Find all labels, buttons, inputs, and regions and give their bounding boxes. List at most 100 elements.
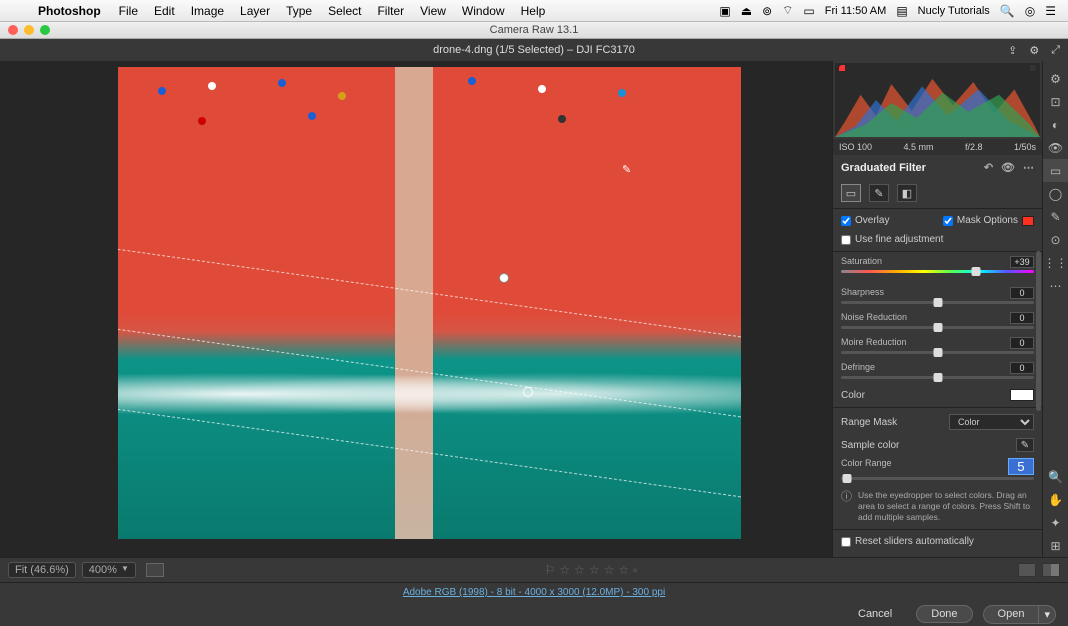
single-view-button[interactable] xyxy=(1018,563,1036,577)
highlight-clip-warning[interactable] xyxy=(1030,65,1036,71)
heal-tool-icon[interactable]: ◐ xyxy=(1043,113,1068,136)
open-button[interactable]: Open xyxy=(983,605,1039,624)
color-range-value[interactable] xyxy=(1008,458,1034,475)
label-icon[interactable]: ▫ xyxy=(633,563,637,577)
defringe-value[interactable]: 0 xyxy=(1010,362,1034,374)
eye-tool-icon[interactable]: 👁 xyxy=(1043,136,1068,159)
cancel-button[interactable]: Cancel xyxy=(844,606,906,622)
eyedropper-button[interactable]: ✎ xyxy=(1016,438,1034,452)
radial-filter-icon[interactable]: ◯ xyxy=(1043,182,1068,205)
wifi-icon[interactable]: ⌔ xyxy=(782,3,793,18)
share-icon[interactable]: ⇪ xyxy=(1008,44,1017,57)
more-icon[interactable]: ⋯ xyxy=(1023,161,1034,174)
sampler-tool-icon[interactable]: ✦ xyxy=(1043,511,1068,534)
moire-value[interactable]: 0 xyxy=(1010,337,1034,349)
mask-options-checkbox[interactable]: Mask Options xyxy=(943,215,1034,226)
brush-tool-button[interactable]: ✎ xyxy=(869,184,889,202)
moire-thumb[interactable] xyxy=(933,348,942,357)
range-mask-select[interactable]: Color xyxy=(949,414,1034,430)
star-icon[interactable]: ☆ xyxy=(604,563,615,577)
zoom-percent-select[interactable]: 400%▼ xyxy=(82,562,136,578)
notifications-icon[interactable]: ☰ xyxy=(1045,4,1056,18)
more-tools-icon[interactable]: ⋯ xyxy=(1043,274,1068,297)
graduated-filter-icon[interactable]: ▭ xyxy=(1043,159,1068,182)
menu-window[interactable]: Window xyxy=(454,4,513,18)
brush-filter-icon[interactable]: ✎ xyxy=(1043,205,1068,228)
image-info-link[interactable]: Adobe RGB (1998) - 8 bit - 4000 x 3000 (… xyxy=(0,582,1068,602)
tv-icon[interactable]: ⏏ xyxy=(741,4,752,18)
gradient-pin-bottom[interactable] xyxy=(523,387,533,397)
grid-tool-icon[interactable]: ⊞ xyxy=(1043,534,1068,557)
saturation-thumb[interactable] xyxy=(972,267,981,276)
histogram[interactable] xyxy=(835,63,1040,137)
star-icon[interactable]: ☆ xyxy=(589,563,600,577)
app-name[interactable]: Photoshop xyxy=(28,4,111,18)
crop-tool-icon[interactable]: ⊡ xyxy=(1043,90,1068,113)
reset-icon[interactable]: ↶ xyxy=(984,161,993,174)
defringe-slider[interactable]: Defringe0 xyxy=(833,360,1042,385)
siri-icon[interactable]: ◎ xyxy=(1025,4,1035,18)
maximize-window-button[interactable] xyxy=(40,25,50,35)
sharpness-slider[interactable]: Sharpness0 xyxy=(833,285,1042,310)
gradient-pin-top[interactable] xyxy=(499,273,509,283)
flag-reject-icon[interactable]: ⚐ xyxy=(545,563,556,577)
menu-view[interactable]: View xyxy=(412,4,454,18)
shadow-clip-warning[interactable] xyxy=(839,65,845,71)
close-window-button[interactable] xyxy=(8,25,18,35)
eraser-tool-button[interactable]: ◧ xyxy=(897,184,917,202)
star-icon[interactable]: ☆ xyxy=(574,563,585,577)
camera-icon[interactable]: ▣ xyxy=(719,4,730,18)
star-icon[interactable]: ☆ xyxy=(618,563,629,577)
star-icon[interactable]: ☆ xyxy=(559,563,570,577)
menu-edit[interactable]: Edit xyxy=(146,4,183,18)
mask-options-input[interactable] xyxy=(943,216,953,226)
color-swatch[interactable] xyxy=(1010,389,1034,401)
minimize-window-button[interactable] xyxy=(24,25,34,35)
battery-icon[interactable]: ▭ xyxy=(803,4,814,18)
open-dropdown-button[interactable]: ▾ xyxy=(1038,605,1056,624)
sharpness-thumb[interactable] xyxy=(933,298,942,307)
overlay-checkbox[interactable]: Overlay xyxy=(841,215,889,226)
edit-tool-icon[interactable]: ⚙ xyxy=(1043,67,1068,90)
filmstrip-toggle-icon[interactable] xyxy=(146,563,164,577)
saturation-value[interactable]: +39 xyxy=(1010,256,1034,268)
zoom-tool-icon[interactable]: 🔍 xyxy=(1043,465,1068,488)
search-icon[interactable]: 🔍 xyxy=(1000,4,1015,18)
rating-stars[interactable]: ⚐ ☆☆☆☆☆ ▫ xyxy=(545,563,638,577)
done-button[interactable]: Done xyxy=(916,605,972,623)
username[interactable]: Nucly Tutorials xyxy=(918,5,990,17)
saturation-slider[interactable]: Saturation+39 xyxy=(833,254,1042,279)
hand-tool-icon[interactable]: ✋ xyxy=(1043,488,1068,511)
color-range-thumb[interactable] xyxy=(842,474,851,483)
menu-filter[interactable]: Filter xyxy=(369,4,412,18)
sharpness-value[interactable]: 0 xyxy=(1010,287,1034,299)
image-preview[interactable]: ✎ xyxy=(118,67,741,539)
menu-help[interactable]: Help xyxy=(513,4,554,18)
cc-icon[interactable]: ⊚ xyxy=(762,4,772,18)
moire-slider[interactable]: Moire Reduction0 xyxy=(833,335,1042,360)
graduated-tool-button[interactable]: ▭ xyxy=(841,184,861,202)
fit-zoom-select[interactable]: Fit (46.6%) xyxy=(8,562,76,578)
noise-thumb[interactable] xyxy=(933,323,942,332)
overlay-checkbox-input[interactable] xyxy=(841,216,851,226)
menu-select[interactable]: Select xyxy=(320,4,369,18)
redeye-tool-icon[interactable]: ⊙ xyxy=(1043,228,1068,251)
menu-image[interactable]: Image xyxy=(183,4,232,18)
menu-layer[interactable]: Layer xyxy=(232,4,278,18)
clock[interactable]: Fri 11:50 AM xyxy=(825,5,887,17)
defringe-thumb[interactable] xyxy=(933,373,942,382)
settings-icon[interactable]: ⚙ xyxy=(1029,44,1039,57)
visibility-icon[interactable]: 👁 xyxy=(1001,161,1015,174)
compare-view-button[interactable] xyxy=(1042,563,1060,577)
panel-scrollbar[interactable] xyxy=(1036,251,1041,411)
canvas-area[interactable]: ✎ xyxy=(0,61,832,557)
mask-color-swatch[interactable] xyxy=(1022,216,1034,226)
noise-value[interactable]: 0 xyxy=(1010,312,1034,324)
menu-file[interactable]: File xyxy=(111,4,146,18)
noise-slider[interactable]: Noise Reduction0 xyxy=(833,310,1042,335)
presets-icon[interactable]: ⋮⋮ xyxy=(1043,251,1068,274)
reset-sliders-checkbox[interactable] xyxy=(841,537,851,547)
color-range-slider[interactable]: Color Range xyxy=(833,456,1042,486)
fine-adjust-checkbox[interactable] xyxy=(841,235,851,245)
fullscreen-icon[interactable]: ⤢ xyxy=(1051,44,1060,57)
